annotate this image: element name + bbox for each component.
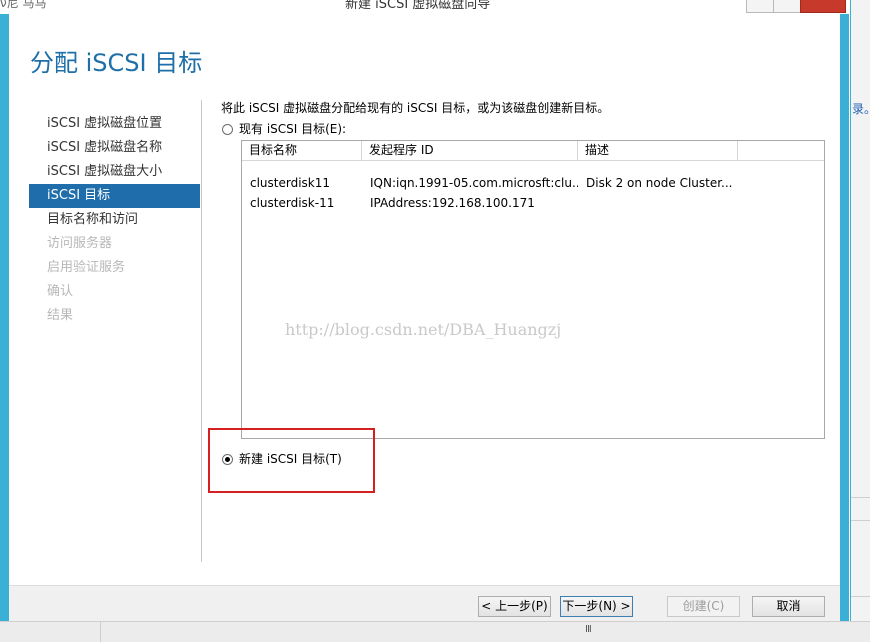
nav-item-virtual-disk-name[interactable]: iSCSI 虚拟磁盘名称 xyxy=(29,136,200,160)
previous-button[interactable]: < 上一步(P) xyxy=(478,596,551,617)
nav-item-target-name-access[interactable]: 目标名称和访问 xyxy=(29,208,200,232)
table-header: 目标名称 发起程序 ID 描述 xyxy=(242,141,824,161)
watermark-text: http://blog.csdn.net/DBA_Huangzj xyxy=(285,320,562,339)
nav-item-confirmation: 确认 xyxy=(47,284,74,299)
title-bar-corner-text: ν尼 马马 xyxy=(0,0,47,10)
window-frame-right xyxy=(840,14,849,621)
maximize-button[interactable] xyxy=(773,0,801,13)
existing-target-radio[interactable] xyxy=(222,124,233,135)
background-window-text: 录。 xyxy=(852,102,870,116)
wizard-content: 分配 iSCSI 目标 iSCSI 虚拟磁盘位置 iSCSI 虚拟磁盘名称 iS… xyxy=(9,14,840,621)
instruction-text: 将此 iSCSI 虚拟磁盘分配给现有的 iSCSI 目标，或为该磁盘创建新目标。 xyxy=(221,101,610,115)
nav-item-iscsi-target[interactable]: iSCSI 目标 xyxy=(29,184,200,208)
cell-description xyxy=(578,193,738,213)
background-separator xyxy=(100,622,101,642)
existing-target-option[interactable]: 现有 iSCSI 目标(E): xyxy=(222,120,346,137)
background-divider xyxy=(851,520,870,521)
cancel-button[interactable]: 取消 xyxy=(752,596,825,617)
title-bar[interactable]: ν尼 马马 新建 iSCSI 虚拟磁盘向导 xyxy=(0,0,849,14)
cell-target-name: clusterdisk-11 xyxy=(250,196,335,210)
table-row[interactable]: clusterdisk-11 IPAddress:192.168.100.171 xyxy=(242,193,824,213)
scrollbar-grip-icon[interactable]: III xyxy=(585,624,592,635)
minimize-button[interactable] xyxy=(746,0,775,13)
nav-item-enable-auth: 启用验证服务 xyxy=(47,260,126,275)
close-button[interactable] xyxy=(800,0,846,13)
nav-item-results: 结果 xyxy=(47,308,74,323)
targets-table[interactable]: 目标名称 发起程序 ID 描述 clusterdisk11 IQN:iqn.19… xyxy=(241,140,825,439)
background-divider xyxy=(851,596,870,597)
cell-initiator-id: IQN:iqn.1991-05.com.microsft:clu... xyxy=(370,176,578,190)
column-header-extra xyxy=(738,141,824,160)
table-row[interactable]: clusterdisk11 IQN:iqn.1991-05.com.micros… xyxy=(242,173,824,193)
background-taskbar-strip: III xyxy=(0,621,870,642)
page-title: 分配 iSCSI 目标 xyxy=(30,49,203,77)
column-header-description[interactable]: 描述 xyxy=(578,141,738,160)
create-button[interactable]: 创建(C) xyxy=(667,596,740,617)
cell-target-name: clusterdisk11 xyxy=(250,176,331,190)
wizard-dialog: ν尼 马马 新建 iSCSI 虚拟磁盘向导 分配 iSCSI 目标 iSCSI … xyxy=(0,0,849,621)
annotation-highlight-box xyxy=(208,428,375,493)
window-frame-left xyxy=(0,14,9,621)
nav-divider xyxy=(201,100,202,562)
existing-target-label: 现有 iSCSI 目标(E): xyxy=(239,122,347,136)
nav-item-access-servers: 访问服务器 xyxy=(47,236,113,251)
cell-description: Disk 2 on node Cluster... xyxy=(586,176,733,190)
column-header-initiator-id[interactable]: 发起程序 ID xyxy=(362,141,578,160)
background-divider xyxy=(851,497,870,498)
cell-initiator-id: IPAddress:192.168.100.171 xyxy=(370,196,535,210)
nav-item-virtual-disk-size[interactable]: iSCSI 虚拟磁盘大小 xyxy=(29,160,200,184)
wizard-footer: < 上一步(P) 下一步(N) > 创建(C) 取消 xyxy=(9,586,840,621)
column-header-target-name[interactable]: 目标名称 xyxy=(242,141,362,160)
window-title: 新建 iSCSI 虚拟磁盘向导 xyxy=(345,0,491,12)
next-button[interactable]: 下一步(N) > xyxy=(560,596,633,617)
nav-item-virtual-disk-location[interactable]: iSCSI 虚拟磁盘位置 xyxy=(29,112,200,136)
background-window-edge: 录。 xyxy=(850,0,870,641)
